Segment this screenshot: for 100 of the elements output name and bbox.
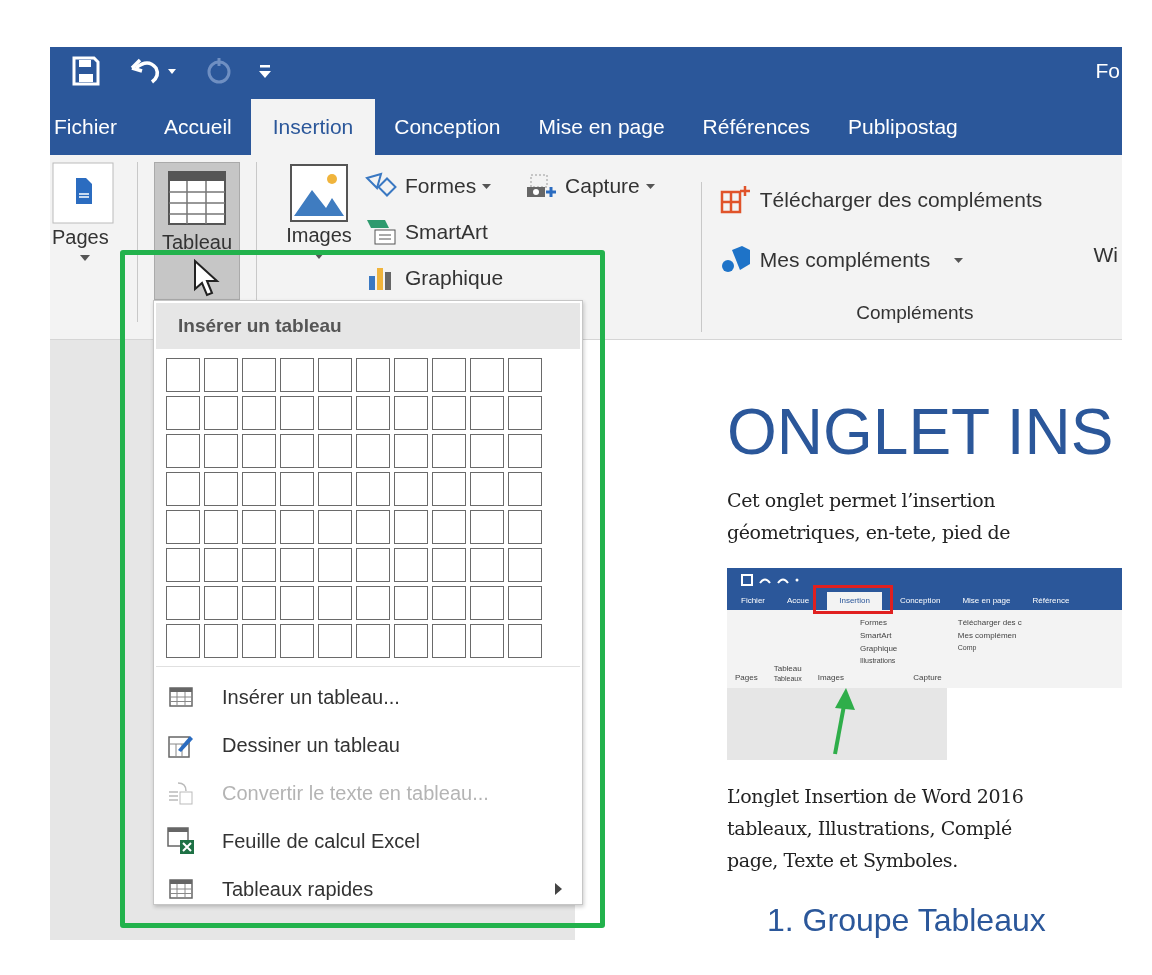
caret-icon[interactable] bbox=[80, 255, 90, 261]
table-size-cell[interactable] bbox=[318, 624, 352, 658]
table-size-cell[interactable] bbox=[280, 624, 314, 658]
table-size-cell[interactable] bbox=[394, 472, 428, 506]
table-size-cell[interactable] bbox=[432, 358, 466, 392]
table-size-cell[interactable] bbox=[432, 434, 466, 468]
table-size-cell[interactable] bbox=[394, 358, 428, 392]
table-size-cell[interactable] bbox=[204, 434, 238, 468]
table-size-cell[interactable] bbox=[280, 472, 314, 506]
table-size-cell[interactable] bbox=[204, 548, 238, 582]
ribbon-button[interactable]: Télécharger des compléments bbox=[719, 184, 1090, 216]
table-size-cell[interactable] bbox=[318, 434, 352, 468]
table-size-cell[interactable] bbox=[356, 472, 390, 506]
table-size-cell[interactable] bbox=[280, 396, 314, 430]
table-size-cell[interactable] bbox=[470, 358, 504, 392]
menu-item[interactable]: Tableaux rapides bbox=[154, 865, 582, 913]
table-size-cell[interactable] bbox=[166, 434, 200, 468]
table-size-cell[interactable] bbox=[432, 548, 466, 582]
table-size-cell[interactable] bbox=[204, 396, 238, 430]
menu-item[interactable]: Feuille de calcul Excel bbox=[154, 817, 582, 865]
table-size-cell[interactable] bbox=[356, 624, 390, 658]
table-size-cell[interactable] bbox=[470, 548, 504, 582]
table-size-cell[interactable] bbox=[356, 358, 390, 392]
table-size-cell[interactable] bbox=[280, 434, 314, 468]
table-size-cell[interactable] bbox=[242, 624, 276, 658]
table-size-cell[interactable] bbox=[318, 358, 352, 392]
table-size-cell[interactable] bbox=[432, 624, 466, 658]
table-size-cell[interactable] bbox=[470, 586, 504, 620]
table-size-cell[interactable] bbox=[204, 510, 238, 544]
menu-item[interactable]: Insérer un tableau... bbox=[154, 673, 582, 721]
ribbon-tab[interactable]: Fichier bbox=[50, 99, 145, 155]
table-size-cell[interactable] bbox=[432, 510, 466, 544]
ribbon-tab[interactable]: Accueil bbox=[145, 99, 251, 155]
ribbon-button[interactable]: SmartArt bbox=[365, 216, 504, 248]
table-size-cell[interactable] bbox=[280, 586, 314, 620]
table-size-cell[interactable] bbox=[166, 548, 200, 582]
table-size-cell[interactable] bbox=[432, 472, 466, 506]
table-size-cell[interactable] bbox=[318, 548, 352, 582]
table-size-cell[interactable] bbox=[394, 510, 428, 544]
table-size-cell[interactable] bbox=[508, 624, 542, 658]
table-size-cell[interactable] bbox=[508, 434, 542, 468]
table-size-cell[interactable] bbox=[242, 586, 276, 620]
table-button[interactable]: Tableau bbox=[154, 162, 240, 300]
page-icon[interactable] bbox=[52, 162, 114, 224]
table-size-cell[interactable] bbox=[242, 434, 276, 468]
table-size-cell[interactable] bbox=[204, 472, 238, 506]
ribbon-tab[interactable]: Mise en page bbox=[519, 99, 684, 155]
table-size-cell[interactable] bbox=[318, 396, 352, 430]
table-size-cell[interactable] bbox=[394, 624, 428, 658]
table-size-cell[interactable] bbox=[204, 586, 238, 620]
ribbon-button[interactable]: Formes bbox=[365, 170, 504, 202]
table-size-cell[interactable] bbox=[394, 548, 428, 582]
table-size-cell[interactable] bbox=[470, 624, 504, 658]
menu-item[interactable]: Dessiner un tableau bbox=[154, 721, 582, 769]
table-size-cell[interactable] bbox=[166, 510, 200, 544]
ribbon-button[interactable]: Mes compléments bbox=[719, 244, 1090, 276]
table-size-cell[interactable] bbox=[166, 586, 200, 620]
table-size-cell[interactable] bbox=[318, 586, 352, 620]
table-size-cell[interactable] bbox=[394, 434, 428, 468]
capture-button[interactable]: Capture bbox=[525, 170, 655, 202]
table-size-cell[interactable] bbox=[166, 472, 200, 506]
table-size-cell[interactable] bbox=[394, 396, 428, 430]
ribbon-tab[interactable]: Insertion bbox=[250, 99, 376, 155]
ribbon-button[interactable]: Wi bbox=[1093, 243, 1118, 267]
table-size-cell[interactable] bbox=[280, 548, 314, 582]
table-size-cell[interactable] bbox=[242, 472, 276, 506]
table-size-cell[interactable] bbox=[356, 434, 390, 468]
table-size-cell[interactable] bbox=[470, 510, 504, 544]
table-size-cell[interactable] bbox=[508, 358, 542, 392]
table-size-cell[interactable] bbox=[204, 624, 238, 658]
table-size-cell[interactable] bbox=[470, 434, 504, 468]
table-size-cell[interactable] bbox=[242, 358, 276, 392]
table-size-cell[interactable] bbox=[394, 586, 428, 620]
table-size-cell[interactable] bbox=[470, 396, 504, 430]
table-size-cell[interactable] bbox=[356, 586, 390, 620]
save-icon[interactable] bbox=[72, 56, 100, 86]
ribbon-tab[interactable]: Publipostag bbox=[829, 99, 977, 155]
ribbon-button[interactable]: Graphique bbox=[365, 262, 504, 294]
table-size-cell[interactable] bbox=[508, 548, 542, 582]
ribbon-tab[interactable]: Conception bbox=[375, 99, 520, 155]
table-size-cell[interactable] bbox=[508, 510, 542, 544]
table-size-cell[interactable] bbox=[280, 358, 314, 392]
table-size-cell[interactable] bbox=[356, 548, 390, 582]
table-size-cell[interactable] bbox=[242, 510, 276, 544]
table-size-cell[interactable] bbox=[508, 586, 542, 620]
table-size-cell[interactable] bbox=[356, 510, 390, 544]
table-size-cell[interactable] bbox=[432, 586, 466, 620]
table-size-cell[interactable] bbox=[166, 358, 200, 392]
images-button[interactable]: Images bbox=[286, 224, 352, 247]
picture-icon[interactable] bbox=[290, 164, 348, 222]
caret-icon[interactable] bbox=[314, 253, 324, 259]
table-size-cell[interactable] bbox=[318, 510, 352, 544]
table-size-cell[interactable] bbox=[166, 624, 200, 658]
table-size-cell[interactable] bbox=[470, 472, 504, 506]
table-size-cell[interactable] bbox=[242, 548, 276, 582]
ribbon-tab[interactable]: Références bbox=[683, 99, 829, 155]
table-size-cell[interactable] bbox=[204, 358, 238, 392]
table-size-cell[interactable] bbox=[508, 472, 542, 506]
pages-button[interactable]: Pages bbox=[52, 226, 109, 249]
table-size-cell[interactable] bbox=[508, 396, 542, 430]
